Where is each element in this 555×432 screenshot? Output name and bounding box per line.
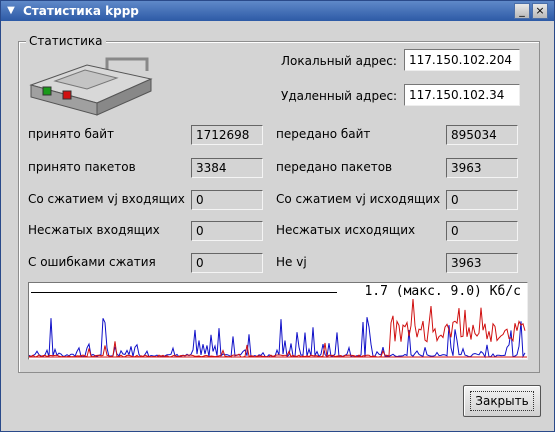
stat-label-errors: С ошибками сжатия	[28, 255, 156, 269]
close-button[interactable]: Закрыть	[463, 385, 541, 417]
close-icon: ×	[535, 4, 545, 17]
kppp-statistics-window: ▼ Статистика kppp _ × Статистика Локальн…	[0, 0, 555, 432]
local-address-field[interactable]: 117.150.102.204	[404, 49, 520, 71]
stat-label-vj-in: Со сжатием vj входящих	[28, 192, 185, 206]
minimize-button[interactable]: _	[514, 3, 530, 19]
modem-icon	[29, 57, 153, 116]
stat-value-packets-in: 3384	[191, 158, 263, 178]
stat-label-uncompressed-in: Несжатых входящих	[28, 223, 160, 237]
stat-value-packets-out: 3963	[446, 158, 518, 178]
stat-value-bytes-in: 1712698	[191, 125, 263, 145]
stat-label-vj-out: Со сжатием vj исходящих	[276, 192, 441, 206]
close-window-button[interactable]: ×	[532, 3, 548, 19]
stat-label-non-vj: Не vj	[276, 255, 307, 269]
title-bar[interactable]: ▼ Статистика kppp _ ×	[1, 1, 554, 21]
stat-value-non-vj: 3963	[446, 253, 518, 273]
stat-label-uncompressed-out: Несжатых исходящих	[276, 223, 416, 237]
window-title: Статистика kppp	[23, 4, 139, 18]
stat-value-vj-out: 0	[446, 190, 518, 210]
stat-value-uncompressed-in: 0	[191, 221, 263, 241]
stat-label-packets-out: передано пакетов	[276, 160, 393, 174]
throughput-readout: 1.7 (макс. 9.0) Кб/с	[360, 284, 521, 299]
stat-value-bytes-out: 895034	[446, 125, 518, 145]
group-title: Статистика	[26, 34, 106, 48]
remote-address-label: Удаленный адрес:	[281, 89, 398, 103]
stat-value-errors: 0	[191, 253, 263, 273]
stat-label-packets-in: принято пакетов	[28, 160, 136, 174]
remote-address-field[interactable]: 117.150.102.34	[404, 84, 520, 106]
graph-top-line	[31, 292, 337, 293]
stat-label-bytes-out: передано байт	[276, 127, 371, 141]
stat-label-bytes-in: принято байт	[28, 127, 115, 141]
throughput-graph: 1.7 (макс. 9.0) Кб/с	[28, 282, 528, 360]
window-menu-icon[interactable]: ▼	[4, 4, 18, 18]
close-button-label: Закрыть	[470, 391, 534, 411]
minimize-icon: _	[519, 4, 525, 17]
outgoing-trace	[29, 298, 526, 358]
local-address-label: Локальный адрес:	[281, 54, 397, 68]
stat-value-vj-in: 0	[191, 190, 263, 210]
stat-value-uncompressed-out: 0	[446, 221, 518, 241]
